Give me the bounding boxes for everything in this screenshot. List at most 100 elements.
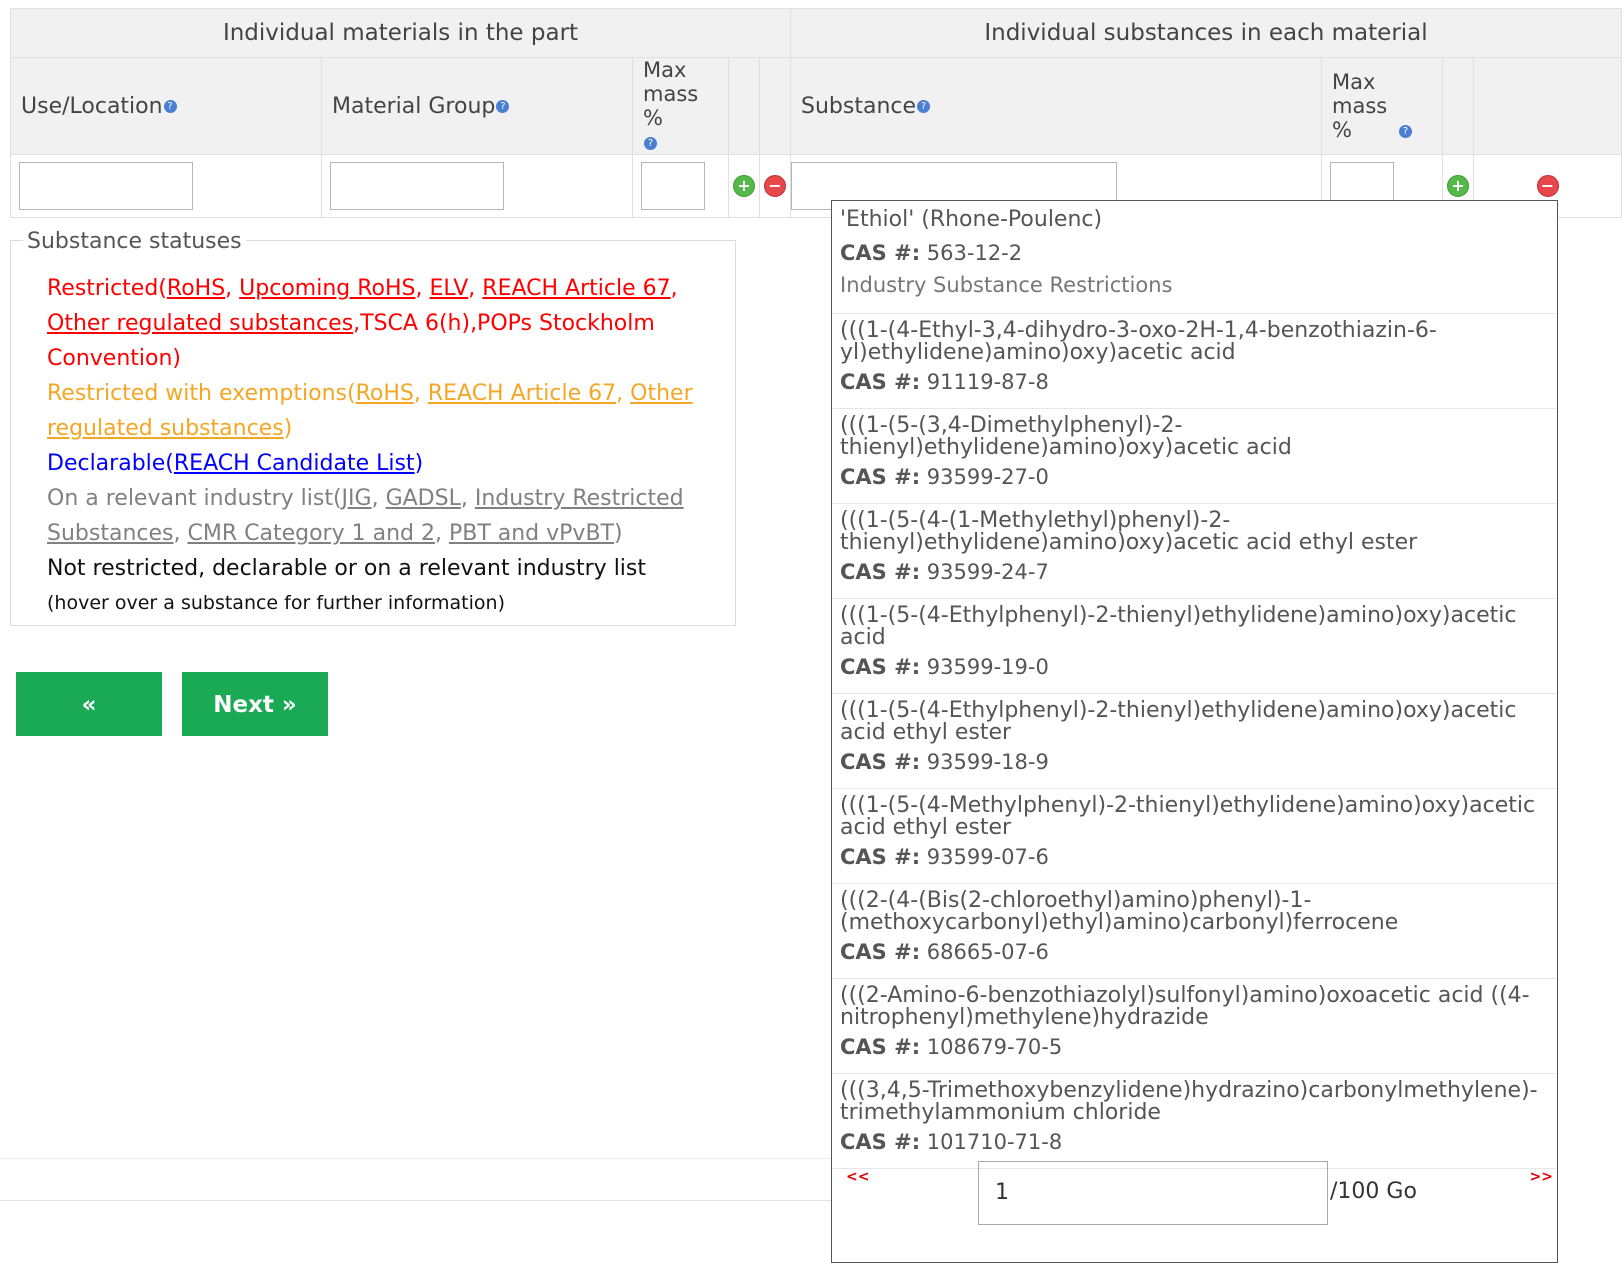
cas-value: 101710-71-8 [926, 1130, 1063, 1154]
industry-label: On a relevant industry list( [47, 486, 342, 511]
add-col-header-2 [1442, 57, 1474, 155]
dropdown-item[interactable]: 'Ethiol' (Rhone-Poulenc) CAS #: 563-12-2… [832, 201, 1557, 314]
add-substance-icon[interactable]: + [1447, 175, 1469, 197]
previous-button[interactable]: « Previous [16, 672, 162, 782]
dropdown-item[interactable]: (((1-(4-Ethyl-3,4-dihydro-3-oxo-2H-1,4-b… [832, 314, 1557, 409]
cas-label: CAS #: [840, 241, 921, 265]
status-restricted: Restricted(RoHS, Upcoming RoHS, ELV, REA… [47, 276, 678, 371]
substance-name: (((1-(5-(4-(1-Methylethyl)phenyl)-2-thie… [840, 508, 1418, 555]
cas-value: 108679-70-5 [926, 1035, 1063, 1059]
substance-name: (((2-(4-(Bis(2-chloroethyl)amino)phenyl)… [840, 888, 1399, 935]
cas-number: CAS #: 93599-27-0 [840, 463, 1549, 491]
restriction-note: Industry Substance Restrictions [840, 273, 1173, 297]
dropdown-item[interactable]: (((2-(4-(Bis(2-chloroethyl)amino)phenyl)… [832, 884, 1557, 979]
remove-col-header-2 [1473, 57, 1622, 155]
max-mass-header: Max mass %? [632, 57, 729, 155]
add-material-icon[interactable]: + [733, 175, 755, 197]
exempt-tail: ) [283, 416, 293, 441]
dropdown-item[interactable]: (((1-(5-(4-Ethylphenyl)-2-thienyl)ethyli… [832, 694, 1557, 789]
industry-tail: ) [613, 521, 623, 546]
material-group-input[interactable] [330, 162, 504, 210]
cas-label: CAS #: [840, 940, 921, 964]
link-upcoming-rohs[interactable]: Upcoming RoHS [239, 276, 415, 301]
link-cmr[interactable]: CMR Category 1 and 2 [187, 521, 434, 546]
statuses-legend: Substance statuses [23, 229, 246, 254]
status-declarable: Declarable(REACH Candidate List) [47, 446, 707, 481]
max-mass-label-2: Max mass % [1332, 70, 1388, 142]
cas-value: 68665-07-6 [926, 940, 1049, 964]
cas-value: 93599-27-0 [926, 465, 1049, 489]
cas-value: 93599-18-9 [926, 750, 1049, 774]
help-icon[interactable]: ? [1399, 124, 1412, 138]
link-jig[interactable]: JIG [342, 486, 372, 511]
help-icon[interactable]: ? [917, 100, 931, 113]
divider [0, 1200, 831, 1201]
help-icon[interactable]: ? [644, 136, 657, 150]
remove-col-header [759, 57, 791, 155]
dropdown-item[interactable]: (((2-Amino-6-benzothiazolyl)sulfonyl)ami… [832, 979, 1557, 1074]
cas-label: CAS #: [840, 655, 921, 679]
substance-label: Substance [801, 93, 917, 119]
max-mass-input[interactable] [641, 162, 705, 210]
cas-number: CAS #: 93599-19-0 [840, 653, 1549, 681]
dropdown-item[interactable]: (((1-(5-(4-Methylphenyl)-2-thienyl)ethyl… [832, 789, 1557, 884]
substance-name: (((1-(4-Ethyl-3,4-dihydro-3-oxo-2H-1,4-b… [840, 318, 1437, 365]
dropdown-pager: << 1 /100 Go >> [832, 1159, 1557, 1225]
use-location-input[interactable] [19, 162, 193, 210]
divider [0, 1158, 831, 1159]
dropdown-item[interactable]: (((1-(5-(4-Ethylphenyl)-2-thienyl)ethyli… [832, 599, 1557, 694]
cas-number: CAS #: 93599-18-9 [840, 748, 1549, 776]
dropdown-item[interactable]: (((1-(5-(3,4-Dimethylphenyl)-2-thienyl)e… [832, 409, 1557, 504]
link-gadsl[interactable]: GADSL [386, 486, 461, 511]
exempt-label: Restricted with exemptions( [47, 381, 356, 406]
use-location-header: Use/Location? [10, 57, 322, 155]
cas-label: CAS #: [840, 750, 921, 774]
dropdown-item[interactable]: (((3,4,5-Trimethoxybenzylidene)hydrazino… [832, 1074, 1557, 1169]
substance-header: Substance? [790, 57, 1322, 155]
add-col-header [728, 57, 760, 155]
prev-page-button[interactable]: << [846, 1169, 869, 1185]
cas-value: 93599-24-7 [926, 560, 1049, 584]
next-button[interactable]: Next » [182, 672, 328, 736]
link-exempt-rohs[interactable]: RoHS [356, 381, 414, 406]
cas-label: CAS #: [840, 1130, 921, 1154]
link-reach-candidate[interactable]: REACH Candidate List [174, 451, 415, 476]
next-page-button[interactable]: >> [1530, 1169, 1553, 1185]
remove-material-icon[interactable]: − [764, 175, 786, 197]
declarable-label: Declarable( [47, 451, 174, 476]
substance-statuses-panel: Substance statuses Restricted(RoHS, Upco… [10, 229, 736, 626]
substance-name: 'Ethiol' (Rhone-Poulenc) [840, 207, 1103, 232]
dropdown-item[interactable]: (((1-(5-(4-(1-Methylethyl)phenyl)-2-thie… [832, 504, 1557, 599]
help-icon[interactable]: ? [163, 100, 177, 113]
cas-number: CAS #: 91119-87-8 [840, 368, 1549, 396]
remove-substance-icon[interactable]: − [1536, 175, 1559, 197]
hover-note: (hover over a substance for further info… [47, 592, 505, 614]
link-rohs[interactable]: RoHS [167, 276, 225, 301]
help-icon[interactable]: ? [496, 100, 510, 113]
link-exempt-reach[interactable]: REACH Article 67 [428, 381, 616, 406]
cas-number: CAS #: 108679-70-5 [840, 1033, 1549, 1061]
status-exemptions: Restricted with exemptions(RoHS, REACH A… [47, 381, 693, 441]
link-elv[interactable]: ELV [430, 276, 469, 301]
cas-label: CAS #: [840, 845, 921, 869]
cas-number: CAS #: 93599-07-6 [840, 843, 1549, 871]
cas-label: CAS #: [840, 370, 921, 394]
link-reach-article-67[interactable]: REACH Article 67 [482, 276, 670, 301]
substance-autocomplete-dropdown: 'Ethiol' (Rhone-Poulenc) CAS #: 563-12-2… [831, 200, 1558, 1263]
cas-number: CAS #: 563-12-2 [840, 239, 1549, 267]
link-other-regulated[interactable]: Other regulated substances [47, 311, 353, 336]
cas-label: CAS #: [840, 465, 921, 489]
status-not-restricted: Not restricted, declarable or on a relev… [47, 556, 647, 581]
page-total-go[interactable]: /100 Go [1330, 1179, 1417, 1204]
cas-number: CAS #: 68665-07-6 [840, 938, 1549, 966]
link-pbt[interactable]: PBT and vPvBT [449, 521, 614, 546]
substance-name: (((2-Amino-6-benzothiazolyl)sulfonyl)ami… [840, 983, 1530, 1030]
page-number-input[interactable]: 1 [978, 1161, 1328, 1225]
cas-value: 563-12-2 [926, 241, 1023, 265]
status-industry-list: On a relevant industry list(JIG, GADSL, … [47, 486, 684, 546]
material-group-header: Material Group? [321, 57, 633, 155]
substances-group-header: Individual substances in each material [790, 8, 1622, 58]
substance-name: (((1-(5-(4-Methylphenyl)-2-thienyl)ethyl… [840, 793, 1536, 840]
cas-value: 93599-07-6 [926, 845, 1049, 869]
max-mass-label: Max mass % [643, 58, 699, 130]
